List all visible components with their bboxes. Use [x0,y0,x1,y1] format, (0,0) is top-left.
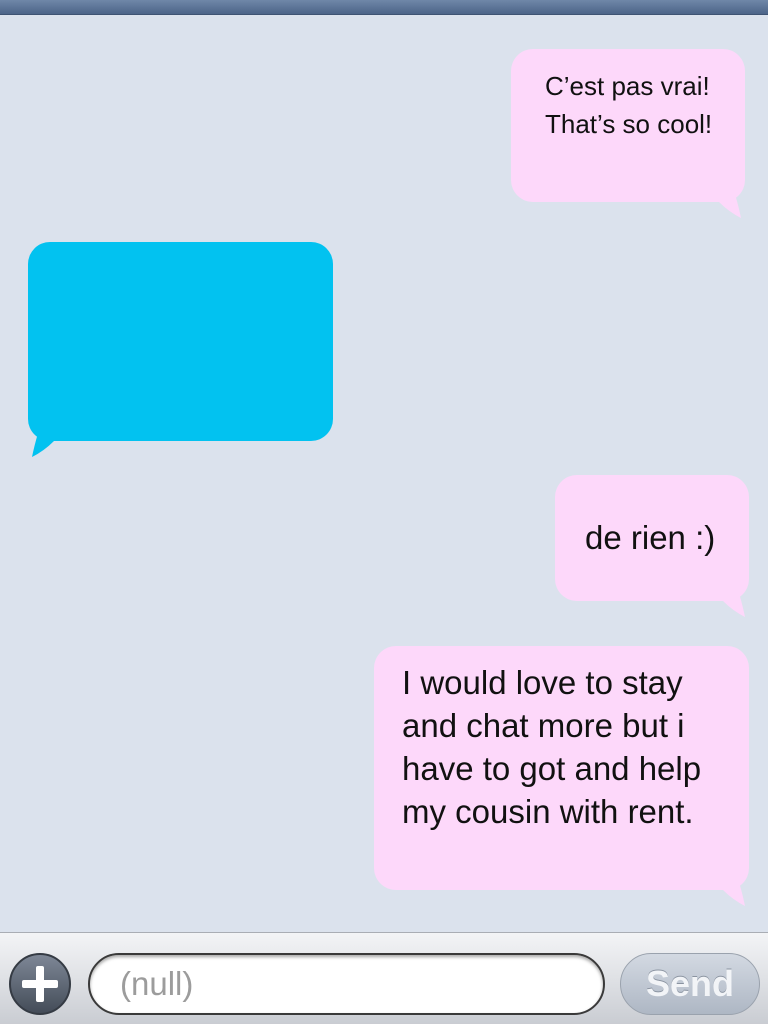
bubble-tail [723,882,745,906]
message-bubble-sent: I would love to stay and chat more but i… [374,646,749,906]
add-attachment-button[interactable] [9,953,71,1015]
message-text: de rien :) [585,519,716,556]
message-list[interactable]: C’est pas vrai! That’s so cool! de rien … [0,15,768,932]
message-bubble-sent: C’est pas vrai! That’s so cool! [511,49,745,218]
bubble-tail [719,194,741,218]
message-text: I would love to stay and chat more but i… [402,664,702,830]
message-input[interactable] [88,953,605,1015]
message-text: C’est pas vrai! That’s so cool! [545,71,713,139]
message-composer: Send [0,932,768,1024]
top-bar [0,0,768,15]
plus-icon [22,966,58,1002]
bubble-tail [32,433,54,457]
bubble-tail [723,593,745,617]
message-bubble-sent: de rien :) [555,475,749,617]
message-bubble-received [28,242,333,457]
send-button[interactable]: Send [620,953,760,1015]
